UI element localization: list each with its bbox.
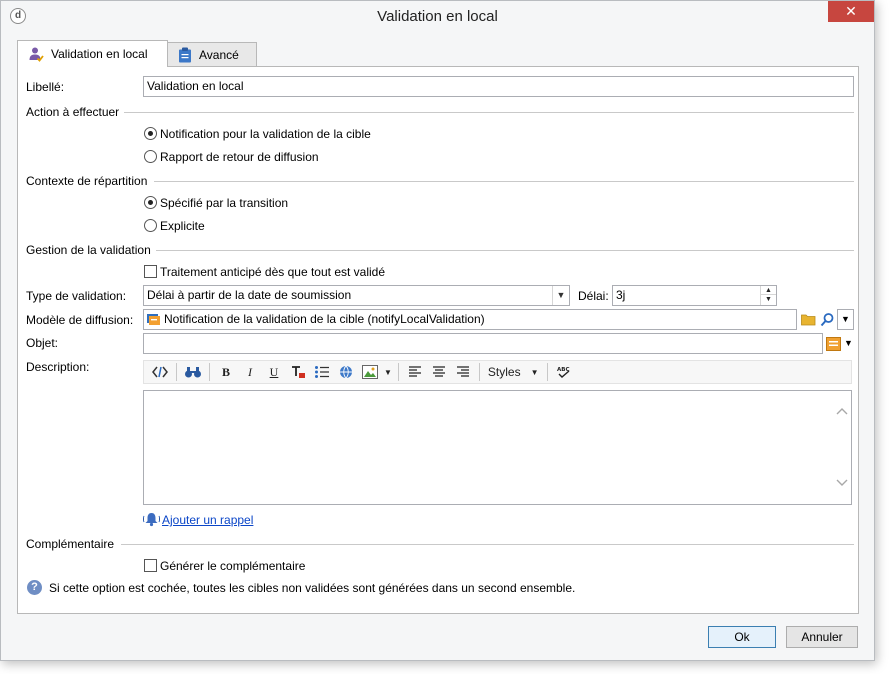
folder-icon[interactable] <box>801 313 816 326</box>
magnifier-icon[interactable] <box>820 312 835 327</box>
spellcheck-icon[interactable]: ABC <box>552 362 576 382</box>
libelle-field[interactable]: Validation en local <box>143 76 854 97</box>
description-label: Description: <box>26 360 90 374</box>
section-divider <box>121 544 854 545</box>
bold-icon[interactable]: B <box>214 362 238 382</box>
source-code-icon[interactable] <box>148 362 172 382</box>
toolbar-separator <box>176 363 177 381</box>
window-title: Validation en local <box>377 8 498 25</box>
spin-down-icon[interactable]: ▼ <box>761 295 776 304</box>
radio-notification-label: Notification pour la validation de la ci… <box>160 127 371 141</box>
close-button[interactable]: ✕ <box>828 1 874 22</box>
checkbox-traitement-label: Traitement anticipé dès que tout est val… <box>160 265 386 279</box>
section-action: Action à effectuer <box>26 105 120 119</box>
tab-label: Avancé <box>199 47 239 62</box>
find-icon[interactable] <box>181 362 205 382</box>
modele-value: Notification de la validation de la cibl… <box>164 312 485 326</box>
bullet-list-icon[interactable] <box>310 362 334 382</box>
section-divider <box>124 112 854 113</box>
help-text: Si cette option est cochée, toutes les c… <box>49 581 576 595</box>
modele-dropdown-button[interactable]: ▼ <box>837 309 854 330</box>
personalization-icon[interactable] <box>826 337 841 351</box>
delai-label: Délai: <box>578 289 609 303</box>
chevron-down-icon[interactable]: ▼ <box>382 362 394 382</box>
scroll-up-icon[interactable] <box>833 407 851 418</box>
text-color-icon[interactable] <box>286 362 310 382</box>
objet-label: Objet: <box>26 336 59 350</box>
underline-icon[interactable]: U <box>262 362 286 382</box>
user-check-icon <box>29 47 44 62</box>
objet-field[interactable] <box>143 333 823 354</box>
title-bar: d Validation en local ✕ <box>1 1 874 31</box>
italic-icon[interactable]: I <box>238 362 262 382</box>
tab-panel: Libellé: Validation en local Action à ef… <box>17 66 859 614</box>
tab-validation-en-local[interactable]: Validation en local <box>17 40 168 67</box>
radio-specifie[interactable] <box>144 196 157 209</box>
section-divider <box>156 250 854 251</box>
help-icon: ? <box>27 580 42 595</box>
libelle-label: Libellé: <box>26 80 65 94</box>
toolbar-separator <box>546 363 548 381</box>
chevron-down-icon: ▼ <box>841 314 850 324</box>
chevron-down-icon[interactable]: ▼ <box>844 338 853 348</box>
radio-specifie-label: Spécifié par la transition <box>160 196 289 210</box>
styles-label: Styles <box>487 365 521 379</box>
reminder-icon <box>143 513 160 527</box>
tab-label: Validation en local <box>51 47 148 61</box>
styles-dropdown[interactable]: Styles ▼ <box>484 362 543 382</box>
delivery-template-icon <box>147 314 160 325</box>
radio-explicite[interactable] <box>144 219 157 232</box>
delai-value: 3j <box>616 288 626 302</box>
spin-up-icon[interactable]: ▲ <box>761 286 776 295</box>
checkbox-complementaire-label: Générer le complémentaire <box>160 559 306 573</box>
toolbar-separator <box>478 363 480 381</box>
section-gestion: Gestion de la validation <box>26 243 151 257</box>
cancel-button[interactable]: Annuler <box>786 626 858 648</box>
section-complementaire: Complémentaire <box>26 537 115 551</box>
description-editor[interactable] <box>143 390 852 505</box>
scroll-down-icon[interactable] <box>833 479 851 490</box>
ok-button[interactable]: Ok <box>708 626 776 648</box>
toolbar-separator <box>397 363 399 381</box>
radio-explicite-label: Explicite <box>160 219 205 233</box>
dialog-window: d Validation en local ✕ Validation en lo… <box>0 0 875 661</box>
editor-scrollbar[interactable] <box>833 391 851 504</box>
rich-text-toolbar: B I U ▼ Styles ▼ ABC <box>143 360 852 384</box>
delai-spinner[interactable]: ▲ ▼ <box>760 286 776 305</box>
radio-rapport-label: Rapport de retour de diffusion <box>160 150 319 164</box>
toolbar-separator <box>209 363 210 381</box>
add-reminder-link[interactable]: Ajouter un rappel <box>162 513 253 527</box>
chevron-down-icon: ▼ <box>530 367 539 377</box>
clipboard-icon <box>179 47 191 62</box>
chevron-down-icon[interactable]: ▼ <box>552 286 569 305</box>
radio-notification[interactable] <box>144 127 157 140</box>
modele-field[interactable]: Notification de la validation de la cibl… <box>143 309 797 330</box>
tab-avance[interactable]: Avancé <box>167 42 257 66</box>
insert-link-icon[interactable] <box>334 362 358 382</box>
type-validation-value: Délai à partir de la date de soumission <box>147 288 352 302</box>
checkbox-complementaire[interactable] <box>144 559 157 572</box>
delai-field[interactable]: 3j ▲ ▼ <box>612 285 777 306</box>
align-center-icon[interactable] <box>427 362 451 382</box>
radio-rapport[interactable] <box>144 150 157 163</box>
checkbox-traitement-anticipe[interactable] <box>144 265 157 278</box>
type-validation-select[interactable]: Délai à partir de la date de soumission … <box>143 285 570 306</box>
align-left-icon[interactable] <box>403 362 427 382</box>
insert-image-icon[interactable] <box>358 362 382 382</box>
section-divider <box>154 181 854 182</box>
type-validation-label: Type de validation: <box>26 289 127 303</box>
align-right-icon[interactable] <box>451 362 475 382</box>
modele-label: Modèle de diffusion: <box>26 313 134 327</box>
section-contexte: Contexte de répartition <box>26 174 148 188</box>
